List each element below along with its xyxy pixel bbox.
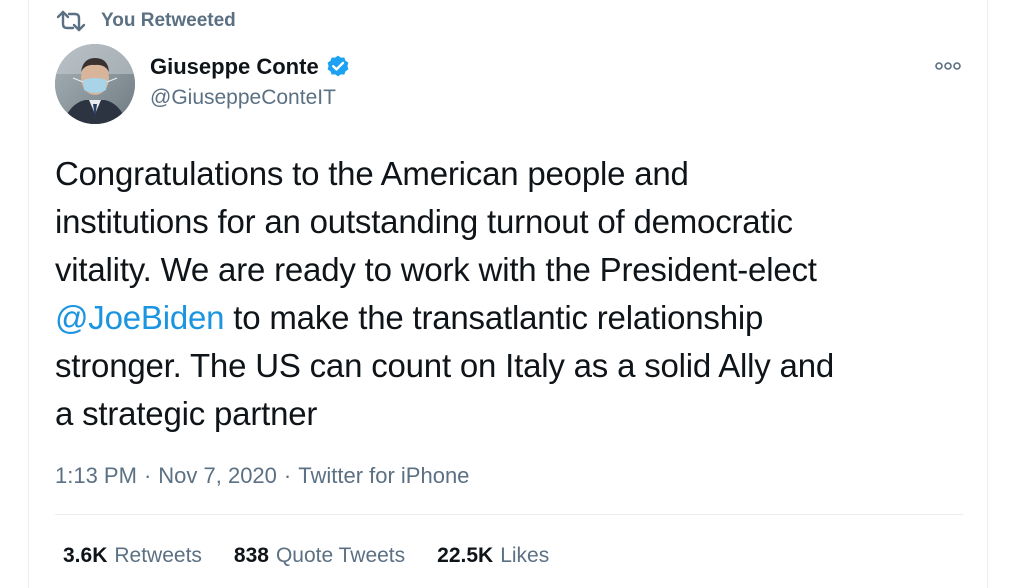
quote-tweets-count: 838 — [233, 544, 269, 567]
verified-badge-icon — [325, 54, 351, 80]
tweet-source[interactable]: Twitter for iPhone — [298, 463, 469, 489]
tweet-line: stronger. The US can count on Italy as a… — [55, 347, 835, 384]
tweet-time[interactable]: 1:13 PM — [55, 463, 137, 489]
tweet-line: vitality. We are ready to work with the … — [55, 251, 817, 288]
likes-count: 22.5K — [437, 544, 494, 567]
quote-tweets-stat[interactable]: 838 Quote Tweets — [234, 544, 405, 568]
tweet-line-rest: to make the transatlantic relationship — [224, 299, 764, 336]
meta-separator: · — [283, 463, 292, 488]
retweets-count: 3.6K — [63, 544, 108, 567]
tweet-date[interactable]: Nov 7, 2020 — [158, 463, 277, 489]
retweets-label: Retweets — [114, 544, 202, 567]
more-options-button[interactable] — [933, 56, 963, 78]
tweet-line: Congratulations to the American people a… — [55, 155, 689, 192]
retweet-context: You Retweeted — [55, 6, 236, 36]
more-options-icon — [934, 58, 962, 76]
retweet-label: You Retweeted — [101, 10, 236, 31]
retweets-stat[interactable]: 3.6K Retweets — [63, 544, 202, 568]
tweet-line: institutions for an outstanding turnout … — [55, 203, 793, 240]
mention-link[interactable]: @JoeBiden — [55, 299, 225, 336]
engagement-stats: 3.6K Retweets 838 Quote Tweets 22.5K Lik… — [63, 540, 581, 572]
divider — [55, 514, 963, 515]
avatar[interactable] — [55, 44, 135, 124]
tweet-text: Congratulations to the American people a… — [55, 150, 955, 438]
tweet-line: a strategic partner — [55, 395, 318, 432]
author-handle[interactable]: @GiuseppeConteIT — [150, 86, 351, 110]
retweet-icon — [55, 9, 87, 33]
meta-separator: · — [143, 463, 152, 488]
author-display-name[interactable]: Giuseppe Conte — [150, 54, 319, 80]
tweet-line: @JoeBiden to make the transatlantic rela… — [55, 294, 955, 342]
tweet-metadata: 1:13 PM · Nov 7, 2020 · Twitter for iPho… — [55, 460, 469, 492]
likes-label: Likes — [500, 544, 550, 567]
author-block[interactable]: Giuseppe Conte @GiuseppeConteIT — [150, 52, 351, 110]
quote-tweets-label: Quote Tweets — [275, 544, 406, 567]
tweet-card: You Retweeted Giuseppe Conte @GiuseppeCo… — [28, 0, 988, 588]
likes-stat[interactable]: 22.5K Likes — [437, 544, 549, 568]
